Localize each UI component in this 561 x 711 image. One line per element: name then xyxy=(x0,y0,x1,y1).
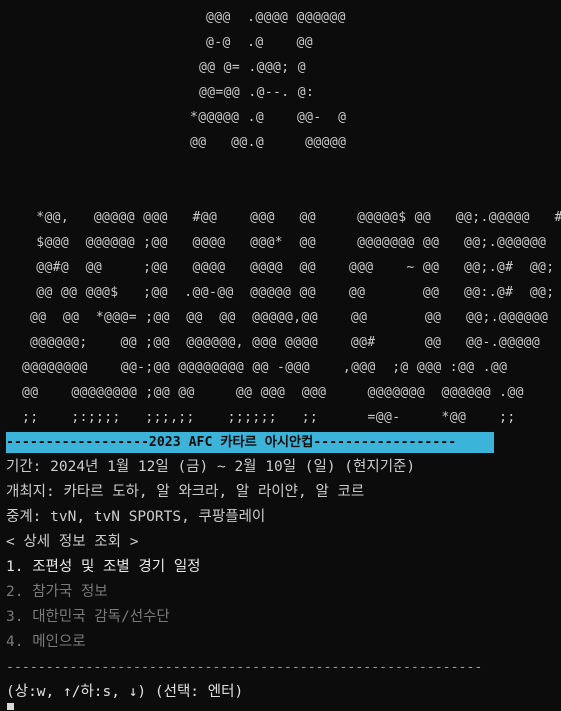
menu-item-main[interactable]: 4. 메인으로 xyxy=(6,630,86,654)
ascii-title-line: @@@@@@; @@ ;@@ @@@@@@, @@@ @@@@ @@# @@ @… xyxy=(30,335,541,350)
ascii-title-line: @@ @@@@@@@@ ;@@ @@ @@ @@@ @@@ @@@@@@@ @@… xyxy=(22,385,524,400)
ascii-title-line: @@@@@@@@ @@-;@@ @@@@@@@@ @@ -@@@ ,@@@ ;@… xyxy=(22,360,508,375)
ascii-logo-line: @-@ .@ @@ xyxy=(206,35,313,50)
ascii-title-line: @@ @@ @@@$ ;@@ .@@-@@ @@@@@ @@ @@ @@ @@:… xyxy=(28,285,555,300)
period-text: 기간: 2024년 1월 12일 (금) ~ 2월 10일 (일) (현지기준) xyxy=(6,459,416,475)
ascii-logo-line: @@ @@.@ @@@@@ xyxy=(190,135,347,150)
ascii-title-line: ;; ;:;;;; ;;;,;; ;;;;;; ;; =@@- *@@ ;; xyxy=(22,410,516,425)
ascii-logo-line: @@ @= .@@@; @ xyxy=(199,60,306,75)
menu-item-group-schedule[interactable]: 1. 조편성 및 조별 경기 일정 xyxy=(6,555,201,579)
title-banner: ------------------2023 AFC 카타르 아시안컵-----… xyxy=(6,432,494,453)
ascii-logo-line: *@@@@@ .@ @@- @ xyxy=(190,110,347,125)
menu-header: < 상세 정보 조회 > xyxy=(6,534,139,550)
venue-text: 개최지: 카타르 도하, 알 와크라, 알 라이얀, 알 코르 xyxy=(6,484,365,500)
ascii-title-line: @@#@ @@ ;@@ @@@@ @@@@ @@ @@@ ~ @@ @@;.@#… xyxy=(28,260,555,275)
ascii-title-line: @@ @@ *@@@= ;@@ @@ @@ @@@@@,@@ @@ @@ @@;… xyxy=(30,310,549,325)
ascii-title-line: *@@, @@@@@ @@@ #@@ @@@ @@ @@@@@$ @@ @@;.… xyxy=(28,210,561,225)
divider: ----------------------------------------… xyxy=(6,660,483,675)
key-hint-prompt: (상:w, ↑/하:s, ↓) (선택: 엔터) xyxy=(6,684,244,700)
text-cursor xyxy=(7,703,14,710)
broadcast-text: 중계: tvN, tvN SPORTS, 쿠팡플레이 xyxy=(6,509,266,525)
terminal-window: @@@ .@@@@ @@@@@@ @-@ .@ @@ @@ @= .@@@; @… xyxy=(0,0,561,711)
ascii-logo-line: @@@ .@@@@ @@@@@@ xyxy=(206,10,346,25)
menu-item-participants[interactable]: 2. 참가국 정보 xyxy=(6,580,108,604)
ascii-logo-line: @@=@@ .@--. @: xyxy=(199,85,315,100)
ascii-title-line: $@@@ @@@@@@ ;@@ @@@@ @@@* @@ @@@@@@@ @@ … xyxy=(28,235,547,250)
menu-item-korea-squad[interactable]: 3. 대한민국 감독/선수단 xyxy=(6,605,170,629)
